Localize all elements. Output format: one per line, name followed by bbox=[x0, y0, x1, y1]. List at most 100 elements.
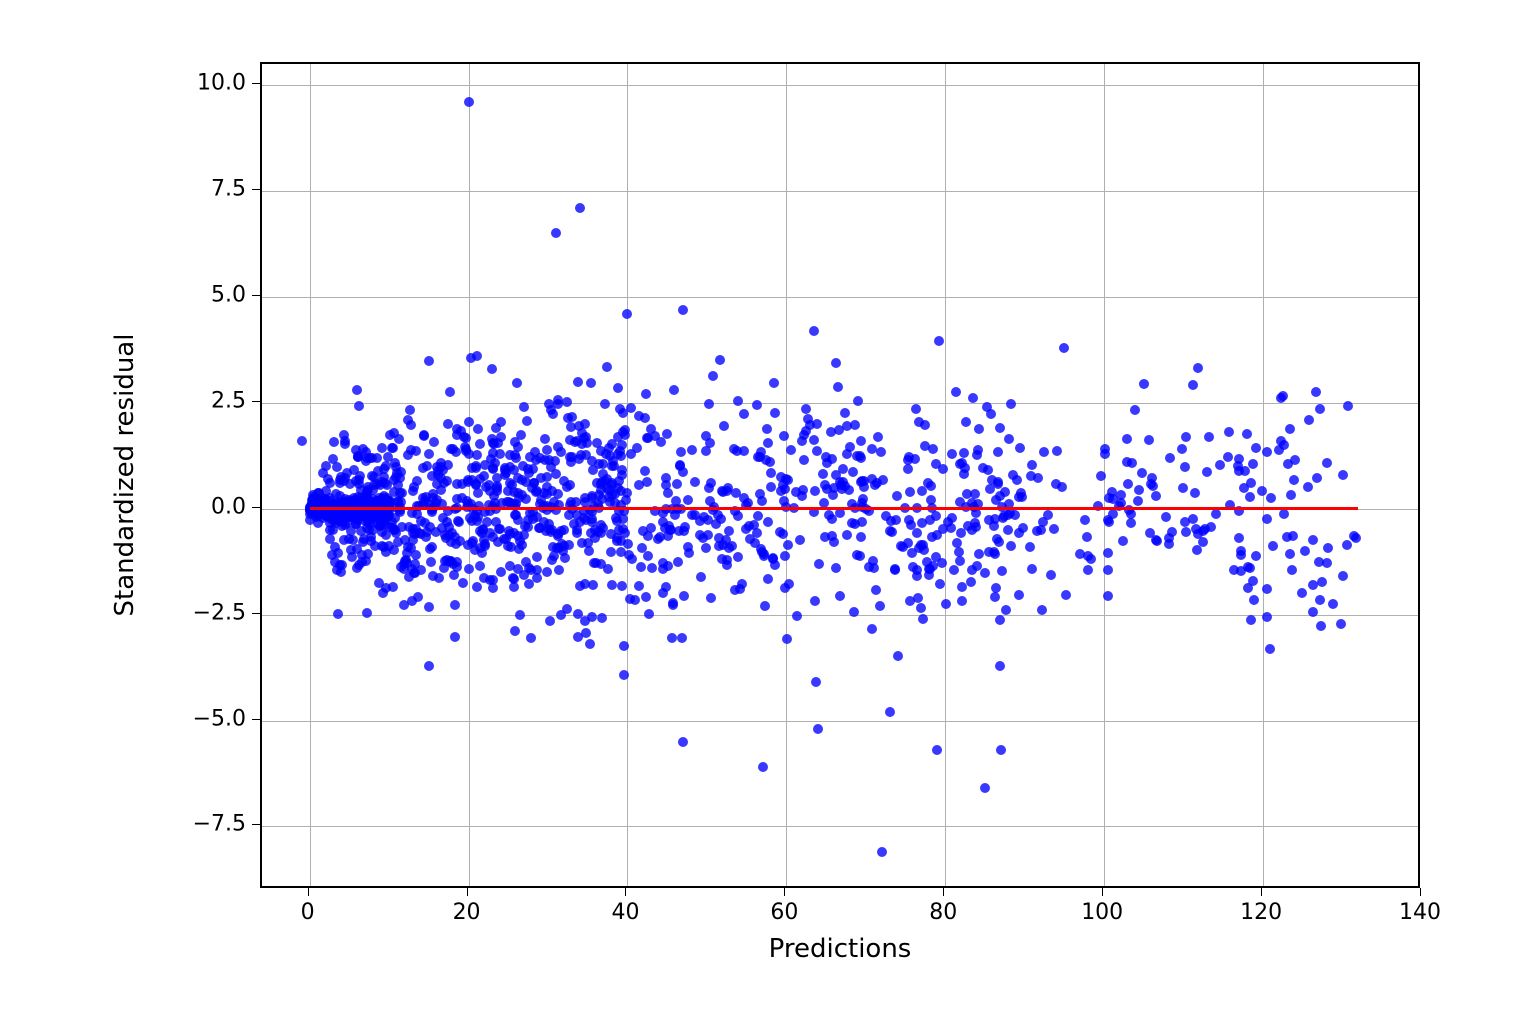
scatter-point bbox=[932, 530, 942, 540]
scatter-point bbox=[411, 550, 421, 560]
scatter-point bbox=[849, 607, 859, 617]
scatter-point bbox=[340, 520, 350, 530]
scatter-point bbox=[684, 548, 694, 558]
y-tick bbox=[252, 83, 260, 84]
scatter-point bbox=[818, 469, 828, 479]
scatter-point bbox=[662, 429, 672, 439]
scatter-point bbox=[1130, 405, 1140, 415]
scatter-point bbox=[780, 484, 790, 494]
scatter-point bbox=[436, 458, 446, 468]
scatter-point bbox=[947, 449, 957, 459]
x-gridline bbox=[945, 64, 946, 886]
scatter-point bbox=[519, 530, 529, 540]
scatter-point bbox=[1328, 599, 1338, 609]
scatter-point bbox=[493, 438, 503, 448]
scatter-point bbox=[974, 424, 984, 434]
scatter-point bbox=[586, 378, 596, 388]
scatter-point bbox=[597, 613, 607, 623]
scatter-point bbox=[1139, 379, 1149, 389]
scatter-point bbox=[801, 404, 811, 414]
scatter-point bbox=[1025, 542, 1035, 552]
scatter-point bbox=[831, 358, 841, 368]
scatter-point bbox=[548, 409, 558, 419]
scatter-point bbox=[393, 537, 403, 547]
scatter-point bbox=[840, 408, 850, 418]
scatter-point bbox=[1032, 526, 1042, 536]
scatter-point bbox=[803, 414, 813, 424]
zero-reference-line bbox=[310, 507, 1359, 510]
y-tick bbox=[252, 401, 260, 402]
scatter-point bbox=[1188, 380, 1198, 390]
y-gridline bbox=[262, 403, 1418, 404]
scatter-point bbox=[431, 527, 441, 537]
scatter-point bbox=[1215, 460, 1225, 470]
scatter-point bbox=[885, 707, 895, 717]
scatter-point bbox=[542, 567, 552, 577]
scatter-point bbox=[565, 452, 575, 462]
scatter-point bbox=[1006, 541, 1016, 551]
scatter-point bbox=[838, 464, 848, 474]
scatter-point bbox=[1049, 524, 1059, 534]
scatter-point bbox=[581, 450, 591, 460]
scatter-point bbox=[935, 579, 945, 589]
scatter-point bbox=[973, 445, 983, 455]
scatter-point bbox=[626, 449, 636, 459]
scatter-point bbox=[419, 431, 429, 441]
scatter-point bbox=[799, 455, 809, 465]
scatter-point bbox=[770, 408, 780, 418]
scatter-point bbox=[616, 547, 626, 557]
scatter-point bbox=[701, 543, 711, 553]
scatter-point bbox=[575, 581, 585, 591]
scatter-point bbox=[755, 489, 765, 499]
scatter-point bbox=[917, 518, 927, 528]
scatter-point bbox=[1206, 522, 1216, 532]
scatter-point bbox=[983, 465, 993, 475]
scatter-point bbox=[1103, 565, 1113, 575]
scatter-point bbox=[928, 444, 938, 454]
scatter-point bbox=[1283, 459, 1293, 469]
scatter-point bbox=[613, 383, 623, 393]
scatter-point bbox=[934, 336, 944, 346]
scatter-point bbox=[1103, 591, 1113, 601]
x-tick bbox=[467, 888, 468, 896]
scatter-point bbox=[982, 402, 992, 412]
scatter-point bbox=[354, 401, 364, 411]
y-tick bbox=[252, 613, 260, 614]
scatter-point bbox=[1161, 512, 1171, 522]
scatter-point bbox=[1178, 483, 1188, 493]
scatter-point bbox=[993, 447, 1003, 457]
scatter-point bbox=[655, 532, 665, 542]
scatter-point bbox=[1147, 473, 1157, 483]
scatter-point bbox=[1006, 399, 1016, 409]
scatter-point bbox=[1126, 518, 1136, 528]
scatter-point bbox=[842, 530, 852, 540]
scatter-point bbox=[687, 445, 697, 455]
scatter-point bbox=[553, 489, 563, 499]
scatter-point bbox=[450, 632, 460, 642]
scatter-point bbox=[780, 583, 790, 593]
scatter-point bbox=[1016, 488, 1026, 498]
scatter-point bbox=[1000, 487, 1010, 497]
scatter-point bbox=[763, 517, 773, 527]
scatter-point bbox=[1104, 517, 1114, 527]
scatter-point bbox=[970, 489, 980, 499]
scatter-point bbox=[708, 371, 718, 381]
scatter-point bbox=[461, 433, 471, 443]
scatter-point bbox=[640, 466, 650, 476]
y-tick bbox=[252, 824, 260, 825]
scatter-point bbox=[1297, 588, 1307, 598]
scatter-point bbox=[994, 537, 1004, 547]
scatter-point bbox=[587, 612, 597, 622]
scatter-point bbox=[766, 468, 776, 478]
scatter-point bbox=[811, 677, 821, 687]
scatter-point bbox=[1322, 458, 1332, 468]
scatter-point bbox=[524, 563, 534, 573]
scatter-point bbox=[585, 639, 595, 649]
scatter-point bbox=[488, 575, 498, 585]
scatter-point bbox=[641, 389, 651, 399]
scatter-point bbox=[733, 396, 743, 406]
scatter-point bbox=[706, 593, 716, 603]
scatter-point bbox=[500, 465, 510, 475]
scatter-point bbox=[572, 528, 582, 538]
scatter-point bbox=[770, 560, 780, 570]
